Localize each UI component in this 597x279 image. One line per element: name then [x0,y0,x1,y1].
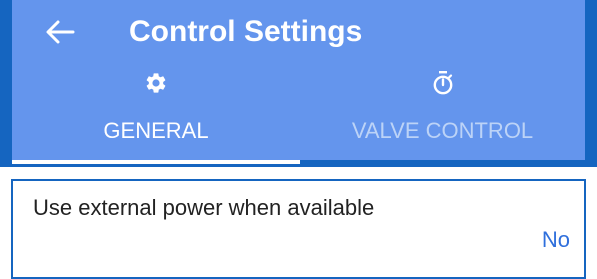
setting-label: Use external power when available [33,195,375,220]
tab-valve-control[interactable]: VALVE CONTROL [300,62,585,160]
tab-valve-control-label: VALVE CONTROL [351,118,534,143]
setting-external-power[interactable]: Use external power when available No [11,179,586,279]
tab-general-label: GENERAL [103,118,209,143]
arrow-left-icon [46,20,75,44]
setting-value[interactable]: No [542,227,570,253]
tab-general[interactable]: GENERAL [12,62,300,160]
tab-bar: GENERAL VALVE CONTROL [12,62,585,160]
gear-icon [146,73,166,93]
app-bar: Control Settings GENERAL VALVE CONTROL [0,0,597,167]
back-button[interactable] [42,14,78,50]
page-title: Control Settings [129,15,363,48]
title-bar: Control Settings [12,0,585,62]
stopwatch-icon [433,71,452,95]
selected-tab-indicator [12,160,300,164]
